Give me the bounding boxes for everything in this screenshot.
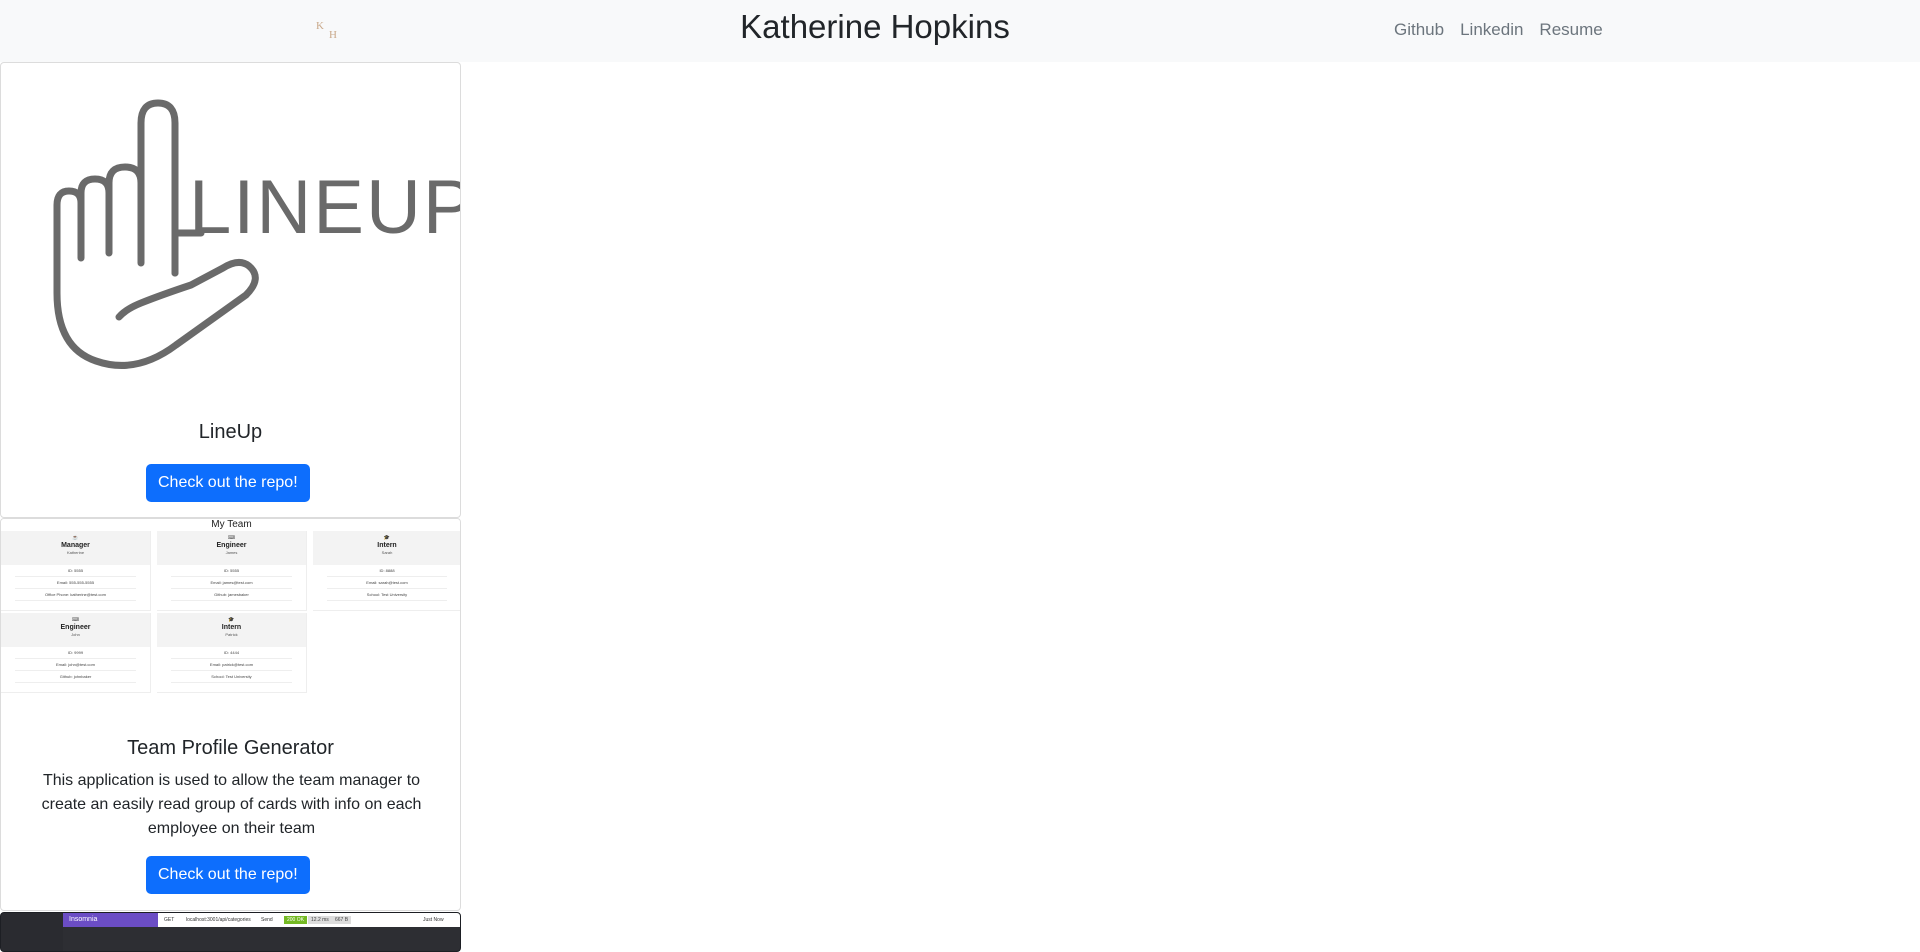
lineup-hand-curled-fingers	[105, 163, 145, 257]
mini-row: Email: john@test.com	[15, 659, 136, 671]
mini-name: James	[225, 550, 238, 555]
mini-row: Email: patrick@test.com	[171, 659, 292, 671]
mini-name: Sarah	[381, 550, 393, 555]
insomnia-method: GET	[164, 917, 175, 923]
mini-role: Manager	[61, 542, 90, 549]
mini-row: Github: johnbaker	[15, 671, 136, 683]
nav-links: Github Linkedin Resume	[1394, 20, 1603, 40]
mini-row: Office Phone: katherine@test.com	[15, 589, 136, 601]
mini-employee-card: 🎓 Intern Patrick ID: 4444 Email: patrick…	[157, 613, 307, 693]
mini-row: ID: 4444	[171, 647, 292, 659]
insomnia-when: Just Now	[423, 917, 444, 923]
repo-button-team-profile-generator[interactable]: Check out the repo!	[146, 856, 310, 894]
mini-row: ID: 9999	[15, 647, 136, 659]
mini-role: Intern	[377, 542, 397, 549]
mini-row: ID: 5555	[15, 565, 136, 577]
insomnia-time-badge: 12.2 ms	[308, 916, 332, 924]
insomnia-screenshot: Insomnia GET localhost:3001/api/categori…	[1, 913, 460, 951]
mini-role: Engineer	[60, 624, 91, 631]
top-navbar: K H Katherine Hopkins Github Linkedin Re…	[0, 0, 1920, 62]
project-card-lineup: LINEUP LineUp Check out the repo!	[0, 62, 461, 518]
mini-name: Katherine	[66, 550, 85, 555]
mini-name: John	[71, 632, 80, 637]
mini-row: Email: sarah@test.com	[327, 577, 447, 589]
nav-link-linkedin[interactable]: Linkedin	[1460, 20, 1523, 40]
project-title: LineUp	[198, 421, 263, 443]
insomnia-body	[63, 927, 460, 951]
insomnia-sidebar	[1, 913, 63, 951]
insomnia-request-bar: GET localhost:3001/api/categories Send 2…	[158, 913, 460, 927]
mini-row: School: Test University	[327, 589, 447, 601]
insomnia-app-name: Insomnia	[63, 913, 158, 927]
project-card-team-profile-generator: My Team ☕ Manager Katherine ID: 5555 Ema…	[0, 518, 461, 911]
insomnia-status-badge: 200 OK	[284, 916, 307, 924]
lineup-logo-text: LINEUP	[189, 165, 461, 250]
mini-role: Intern	[221, 624, 242, 631]
mini-row: ID: 5555	[171, 565, 292, 577]
mini-row: ID: 8888	[327, 565, 447, 577]
project-description: This application is used to allow the te…	[41, 772, 422, 837]
insomnia-size-badge: 667 B	[332, 916, 352, 924]
mini-row: Github: jamesbaker	[171, 589, 292, 601]
mini-role: Engineer	[216, 542, 247, 549]
insomnia-send: Send	[261, 917, 273, 923]
nav-link-resume[interactable]: Resume	[1539, 20, 1602, 40]
lineup-hand-finger	[137, 99, 179, 277]
mini-employee-card: 🎓 Intern Sarah ID: 8888 Email: sarah@tes…	[313, 531, 460, 611]
mini-row: Email: 555-555-5555	[15, 577, 136, 589]
mini-row: Email: james@test.com	[171, 577, 292, 589]
mini-employee-card: ☕ Manager Katherine ID: 5555 Email: 555-…	[1, 531, 151, 611]
mini-name: Patrick	[225, 632, 238, 637]
screenshot-heading: My Team	[211, 519, 252, 530]
team-profile-screenshot: My Team ☕ Manager Katherine ID: 5555 Ema…	[1, 519, 460, 699]
mini-employee-card: ⌨ Engineer James ID: 5555 Email: james@t…	[157, 531, 307, 611]
mini-employee-card: ⌨ Engineer John ID: 9999 Email: john@tes…	[1, 613, 151, 693]
project-card-api-screenshot: Insomnia GET localhost:3001/api/categori…	[0, 912, 461, 952]
lineup-logo-image: LINEUP	[53, 99, 461, 369]
repo-button-lineup[interactable]: Check out the repo!	[146, 464, 310, 502]
project-title: Team Profile Generator	[127, 737, 334, 759]
mini-row: School: Test University	[171, 671, 292, 683]
nav-link-github[interactable]: Github	[1394, 20, 1444, 40]
insomnia-url: localhost:3001/api/categories	[186, 917, 251, 923]
